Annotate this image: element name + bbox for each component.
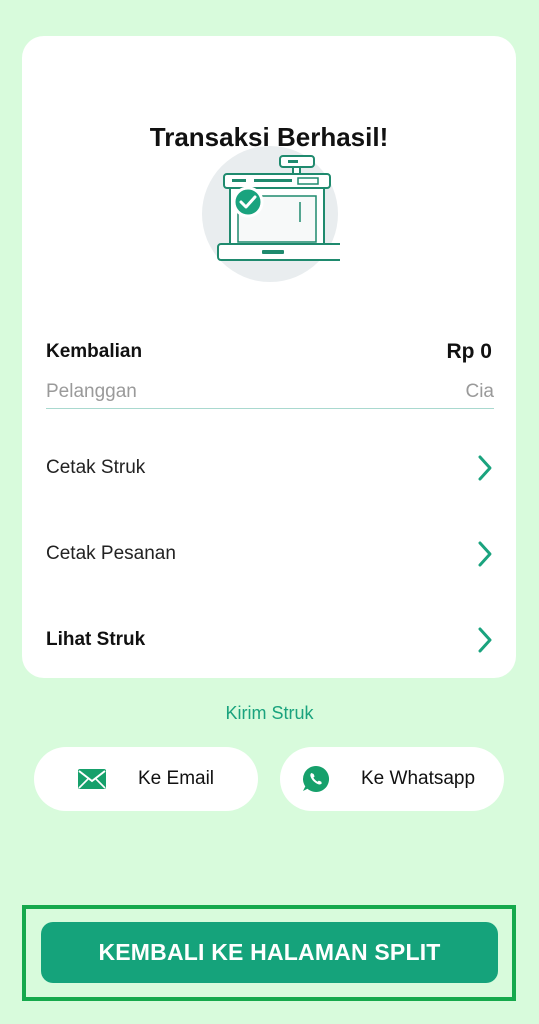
kirim-struk-heading: Kirim Struk — [225, 703, 314, 723]
pelanggan-value: Cia — [465, 381, 494, 402]
kembalian-label: Kembalian — [46, 341, 143, 362]
send-email-button[interactable]: Ke Email — [34, 747, 258, 811]
lihat-struk-item[interactable]: Lihat Struk — [46, 620, 494, 660]
transaction-success-screen: Transaksi Berhasil! Kembalian Rp 0 Pelan… — [0, 0, 539, 1024]
email-icon — [78, 769, 106, 789]
send-whatsapp-label: Ke Whatsapp — [361, 768, 476, 789]
pelanggan-label: Pelanggan — [46, 381, 137, 402]
chevron-right-icon — [478, 455, 492, 481]
send-whatsapp-button[interactable]: Ke Whatsapp — [280, 747, 504, 811]
pelanggan-row: Pelanggan Cia — [46, 376, 494, 409]
whatsapp-icon — [302, 765, 330, 792]
kembalian-amount: Rp 0 — [446, 340, 492, 363]
chevron-right-icon — [478, 541, 492, 567]
send-email-label: Ke Email — [138, 768, 215, 789]
success-card: Transaksi Berhasil! Kembalian Rp 0 Pelan… — [22, 36, 516, 678]
cetak-pesanan-label: Cetak Pesanan — [46, 543, 176, 564]
kembalian-row: Kembalian Rp 0 — [46, 340, 492, 364]
cash-register-check-icon — [202, 146, 340, 282]
chevron-right-icon — [478, 627, 492, 653]
cetak-struk-item[interactable]: Cetak Struk — [46, 448, 494, 488]
lihat-struk-label: Lihat Struk — [46, 629, 146, 650]
back-to-split-button[interactable]: KEMBALI KE HALAMAN SPLIT — [41, 922, 498, 983]
cetak-struk-label: Cetak Struk — [46, 457, 146, 478]
cetak-pesanan-item[interactable]: Cetak Pesanan — [46, 534, 494, 574]
